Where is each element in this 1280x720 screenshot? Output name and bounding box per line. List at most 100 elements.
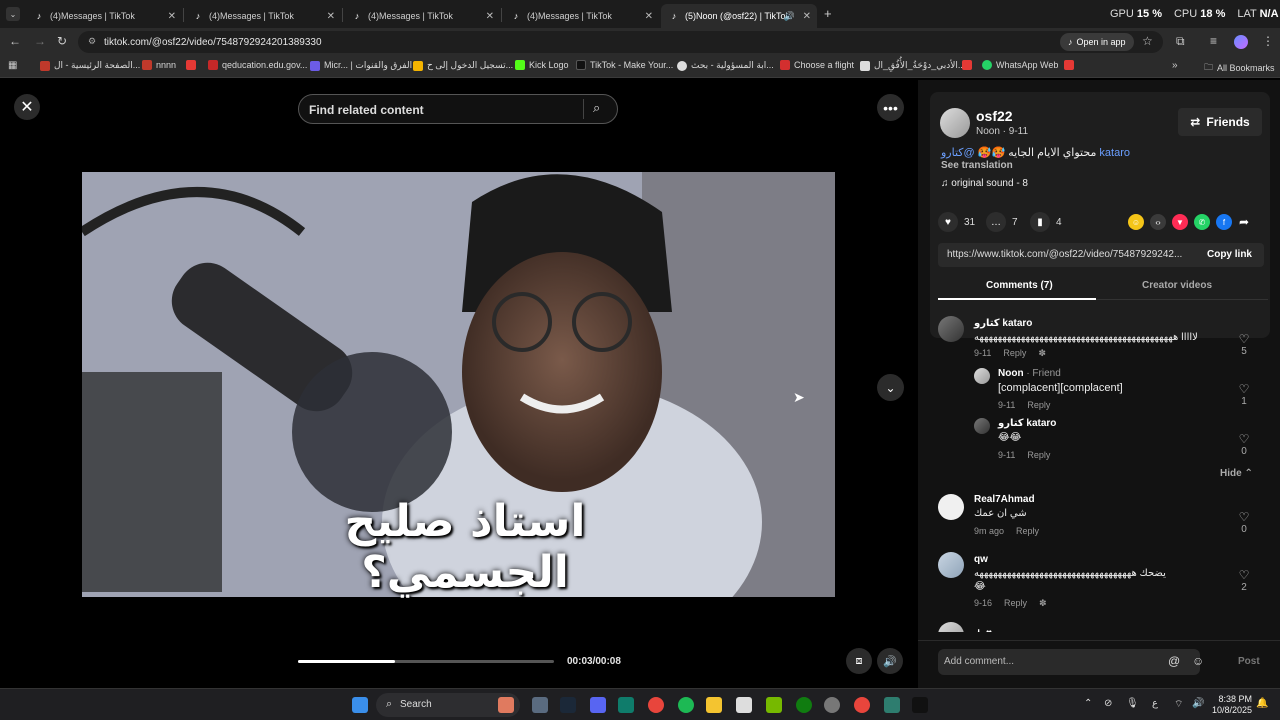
tab-2[interactable]: ♪ (4)Messages | TikTok ✕ (185, 4, 341, 28)
chevron-down-icon[interactable]: ⌄ (877, 374, 904, 401)
sound-link[interactable]: ♫ original sound - 8 (941, 178, 1028, 189)
bookmark-6[interactable]: تسجيل الدخول إلى ح... (413, 60, 513, 71)
replier-avatar[interactable] (974, 368, 990, 384)
commenter-avatar[interactable] (938, 622, 964, 632)
reply-like[interactable]: ♡ 0 (1234, 432, 1254, 457)
back-icon[interactable]: ← (9, 34, 21, 48)
bookmark-whatsapp[interactable]: WhatsApp Web (982, 60, 1058, 70)
bookmark-youtube-3[interactable] (1064, 60, 1074, 70)
apps-grid-icon[interactable]: ▦ (8, 60, 17, 71)
camera-app-icon[interactable] (532, 697, 548, 713)
bookmark-1[interactable]: الصفحة الرئيسية - ال... (40, 60, 140, 71)
bookmark-10[interactable]: Choose a flight (780, 60, 854, 70)
bookmark-8[interactable]: TikTok - Make Your... (576, 60, 673, 70)
emoji-icon[interactable]: ☺ (1192, 654, 1204, 668)
extensions-icon[interactable]: ⧉ (1176, 34, 1185, 49)
tray-network-off-icon[interactable]: ⊘ (1104, 698, 1112, 709)
copy-link-button[interactable]: Copy link (1207, 249, 1252, 260)
comment-like[interactable]: ♡ 2 (1234, 568, 1254, 593)
author-username[interactable]: osf22 (976, 108, 1013, 124)
reply-button[interactable]: Reply (1027, 450, 1050, 460)
close-tab-icon[interactable]: ✕ (645, 11, 653, 22)
friends-button[interactable]: ⇄ Friends (1178, 108, 1262, 136)
bookmark-7[interactable]: Kick Logo (515, 60, 569, 70)
tab-comments[interactable]: Comments (7) (986, 280, 1053, 291)
app-icon[interactable] (884, 697, 900, 713)
start-icon[interactable] (352, 697, 368, 713)
reading-list-icon[interactable]: ≡ (1210, 34, 1217, 48)
more-bookmarks-icon[interactable]: » (1172, 60, 1178, 71)
volume-tray-icon[interactable]: 🔊 (1192, 698, 1204, 709)
discord-icon[interactable] (590, 697, 606, 713)
volume-icon[interactable]: 🔊 (877, 648, 903, 674)
menu-icon[interactable]: ⋮ (1262, 34, 1274, 48)
url-text[interactable]: tiktok.com/@osf22/video/7548792924201389… (104, 37, 322, 48)
bookmark-4[interactable]: qeducation.edu.gov... (208, 60, 307, 70)
commenter-name[interactable]: ㅅ ♥ (974, 624, 992, 632)
replier-name[interactable]: كتارو kataro (998, 418, 1056, 429)
language-icon[interactable]: ع (1152, 698, 1158, 709)
forward-icon[interactable]: → (34, 34, 46, 48)
whatsapp-icon[interactable]: ✆ (1194, 214, 1210, 230)
comment-stat[interactable]: … 7 (986, 212, 1018, 232)
comment-like[interactable]: ♡ 0 (1234, 510, 1254, 535)
tab-1[interactable]: ♪ (4)Messages | TikTok ✕ (26, 4, 182, 28)
profile-avatar[interactable] (1234, 35, 1248, 49)
video-progress-bar[interactable] (298, 660, 554, 663)
commenter-avatar[interactable] (938, 552, 964, 578)
comment-like[interactable]: ♡ 5 (1234, 332, 1254, 357)
embed-icon[interactable]: ‹› (1150, 214, 1166, 230)
commenter-avatar[interactable] (938, 494, 964, 520)
xbox-icon[interactable] (796, 697, 812, 713)
file-explorer-icon[interactable] (706, 697, 722, 713)
search-icon[interactable]: ⌕ (593, 100, 600, 116)
save-stat[interactable]: ▮ 4 (1030, 212, 1062, 232)
new-tab-icon[interactable]: + (824, 6, 832, 21)
bookmark-9[interactable]: ابة المسؤولية - بحث... (677, 60, 774, 71)
close-icon[interactable]: ✕ (14, 94, 40, 120)
post-comment-button[interactable]: Post (1238, 656, 1260, 667)
bookmark-11[interactable]: الأدبي_دوْحَةُ_الأُفُقِ_ال... (860, 60, 965, 71)
reply-button[interactable]: Reply (1004, 598, 1027, 609)
like-stat[interactable]: ♥ 31 (938, 212, 975, 232)
emoji-share-icon[interactable]: ☺ (1128, 214, 1144, 230)
close-tab-icon[interactable]: ✕ (168, 11, 176, 22)
commenter-name[interactable]: كتارو kataro (974, 318, 1032, 329)
tab-search-icon[interactable]: ⌄ (6, 7, 20, 21)
open-in-app-button[interactable]: ♪ Open in app (1060, 33, 1134, 51)
wifi-icon[interactable]: ⌔ (1174, 698, 1183, 711)
speaker-icon[interactable]: 🔊 (784, 11, 795, 22)
bookmark-2[interactable]: nnnn (142, 60, 176, 70)
reply-button[interactable]: Reply (1016, 526, 1039, 536)
miniplayer-icon[interactable]: ⧈ (846, 648, 872, 674)
store-icon[interactable] (736, 697, 752, 713)
author-avatar[interactable] (940, 108, 970, 138)
bookmark-5[interactable]: Micr... | الفرق والقنوات (310, 60, 412, 71)
tab-creator-videos[interactable]: Creator videos (1142, 280, 1212, 291)
bookmark-youtube-2[interactable] (962, 60, 972, 70)
edge-icon[interactable] (618, 697, 634, 713)
reload-icon[interactable]: ↻ (57, 34, 67, 48)
facebook-icon[interactable]: f (1216, 214, 1232, 230)
tab-5-active[interactable]: ♪ (5)Noon (@osf22) | TikTok 🔊 ✕ (661, 4, 817, 28)
tray-chevron-icon[interactable]: ⌃ (1084, 698, 1092, 709)
close-tab-icon[interactable]: ✕ (486, 11, 494, 22)
steam-icon[interactable] (560, 697, 576, 713)
close-tab-icon[interactable]: ✕ (327, 11, 335, 22)
settings-icon[interactable] (824, 697, 840, 713)
nvidia-icon[interactable] (766, 697, 782, 713)
bookmark-star-icon[interactable]: ☆ (1142, 34, 1153, 48)
replier-avatar[interactable] (974, 418, 990, 434)
chrome-icon[interactable] (648, 697, 664, 713)
bookmark-youtube[interactable] (186, 60, 196, 70)
reply-button[interactable]: Reply (1027, 400, 1050, 410)
related-search-input[interactable]: Find related content ⌕ (298, 94, 618, 124)
reply-button[interactable]: Reply (1003, 348, 1026, 359)
more-options-icon[interactable]: ••• (877, 94, 904, 121)
site-info-icon[interactable]: ⚙ (88, 36, 96, 47)
share-link-text[interactable]: https://www.tiktok.com/@osf22/video/7548… (947, 249, 1182, 260)
see-translation-link[interactable]: See translation (941, 160, 1013, 171)
spotify-icon[interactable] (678, 697, 694, 713)
notification-icon[interactable]: 🔔 (1256, 698, 1268, 709)
replier-name[interactable]: Noon · Friend (998, 368, 1061, 379)
